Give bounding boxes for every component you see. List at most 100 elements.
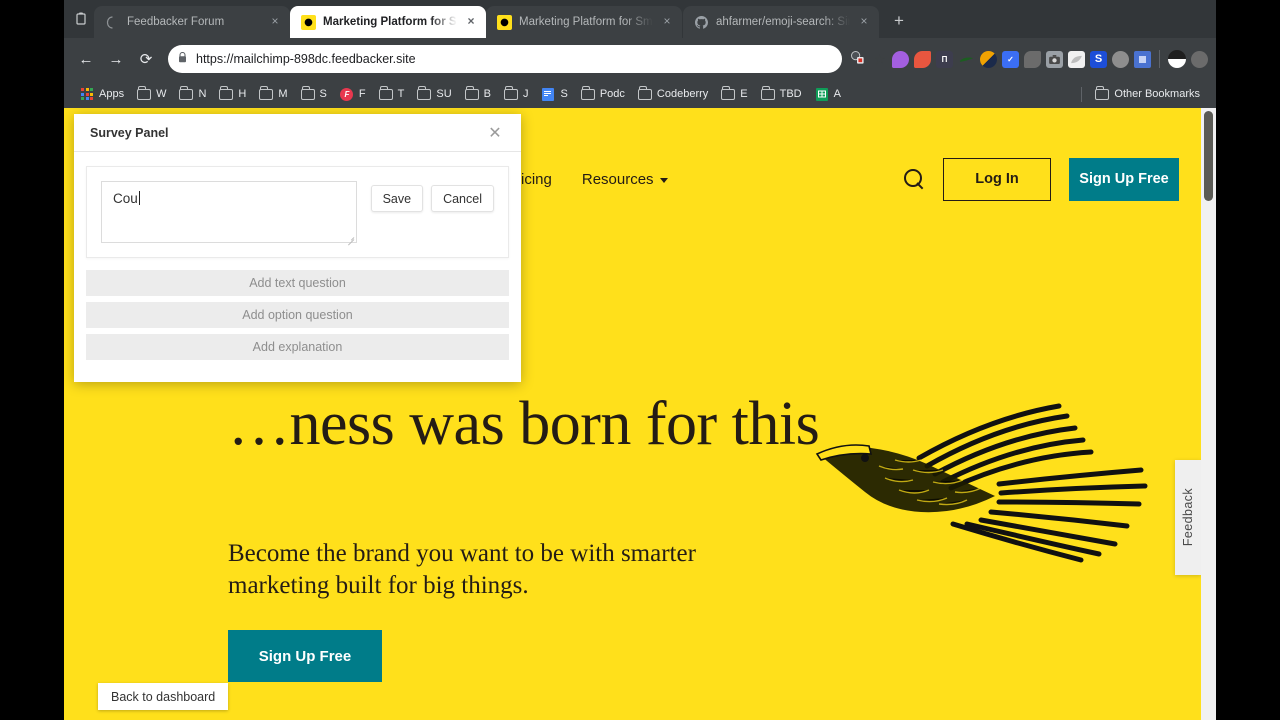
nav-links: Pricing Resources	[506, 171, 668, 188]
bookmark-item[interactable]: Podc	[575, 85, 631, 103]
bookmark-item[interactable]: J	[498, 85, 535, 103]
extension-icon[interactable]: ✓	[1002, 50, 1019, 68]
folder-icon	[179, 86, 194, 100]
bookmark-item[interactable]: S	[295, 85, 333, 103]
address-bar[interactable]: https://mailchimp-898dc.feedbacker.site	[168, 45, 843, 73]
mailchimp-icon: ●	[497, 14, 512, 30]
reload-icon[interactable]: ⟳	[132, 45, 160, 73]
folder-icon	[259, 86, 274, 100]
tab-title: Feedbacker Forum	[127, 16, 225, 28]
tab-title: Marketing Platform for Small B	[519, 16, 653, 28]
screen: Feedbacker Forum × ● Marketing Platform …	[0, 0, 1280, 720]
bookmark-label: T	[397, 88, 405, 100]
question-text-value: Cou	[113, 191, 138, 206]
bookmark-label: E	[740, 88, 748, 100]
resize-handle-icon[interactable]	[346, 233, 354, 241]
save-button[interactable]: Save	[370, 185, 424, 212]
url-text: https://mailchimp-898dc.feedbacker.site	[196, 52, 416, 66]
camera-icon[interactable]	[1046, 50, 1063, 68]
bookmark-item[interactable]: B	[459, 85, 497, 103]
vertical-scrollbar[interactable]	[1201, 108, 1216, 720]
bookmarks-bar: Apps W N H M S FF T SU B J S Podc Codebe…	[64, 80, 1216, 108]
folder-icon	[417, 86, 432, 100]
bookmark-item[interactable]: W	[131, 85, 172, 103]
add-option-question-button[interactable]: Add option question	[86, 302, 509, 328]
nav-link-resources[interactable]: Resources	[582, 171, 668, 188]
survey-panel-body: Cou Save Cancel	[74, 152, 521, 258]
github-icon	[694, 15, 709, 30]
survey-panel-header: Survey Panel ✕	[74, 114, 521, 152]
extension-icon[interactable]	[1112, 50, 1129, 68]
tab-close-icon[interactable]: ×	[464, 15, 478, 29]
other-bookmarks-item[interactable]: Other Bookmarks	[1089, 85, 1206, 103]
bookmark-label: B	[483, 88, 491, 100]
extension-icon[interactable]	[980, 50, 997, 68]
browser-tab-active[interactable]: ● Marketing Platform for Small B ×	[290, 6, 486, 38]
bookmark-item[interactable]: TBD	[755, 85, 808, 103]
bookmark-item[interactable]: M	[253, 85, 293, 103]
bookmark-item[interactable]: H	[213, 85, 252, 103]
bookmark-label: SU	[436, 88, 452, 100]
bookmark-item[interactable]: N	[173, 85, 212, 103]
apps-grid-icon	[80, 88, 94, 100]
bookmark-label: S	[319, 88, 327, 100]
bookmark-item[interactable]: T	[373, 85, 411, 103]
scrollbar-thumb[interactable]	[1204, 111, 1213, 201]
browser-tab[interactable]: ahfarmer/emoji-search: Simple ×	[683, 6, 879, 38]
text-cursor	[138, 191, 140, 205]
add-text-question-button[interactable]: Add text question	[86, 270, 509, 296]
extension-icon[interactable]: Π	[936, 50, 953, 68]
question-text-input[interactable]: Cou	[101, 181, 357, 243]
bookmark-item[interactable]: Codeberry	[632, 85, 714, 103]
bookmark-label: Codeberry	[656, 88, 709, 100]
search-icon[interactable]	[903, 168, 925, 190]
translate-icon[interactable]	[850, 50, 865, 68]
bookmark-item[interactable]: A	[809, 85, 847, 103]
tab-close-icon[interactable]: ×	[268, 15, 282, 29]
new-tab-button[interactable]: +	[885, 7, 913, 35]
browser-toolbar: ← → ⟳ https://mailchimp-898dc.feedbacker…	[64, 38, 1216, 80]
feedback-tab[interactable]: Feedback	[1175, 460, 1201, 575]
extension-icon[interactable]	[914, 50, 931, 68]
login-button[interactable]: Log In	[943, 157, 1051, 201]
avatar[interactable]	[1168, 50, 1186, 68]
bookmark-item[interactable]: S	[535, 85, 573, 103]
forward-icon[interactable]: →	[102, 45, 130, 73]
signup-button-nav[interactable]: Sign Up Free	[1069, 157, 1179, 201]
extension-icon[interactable]: S	[1090, 50, 1107, 68]
folder-icon	[503, 86, 518, 100]
chevron-down-icon	[659, 177, 668, 183]
bird-illustration	[809, 396, 1154, 576]
extensions-row: Π ✓ S	[888, 50, 1208, 68]
bookmark-item[interactable]: E	[715, 85, 753, 103]
extension-icon[interactable]	[1024, 50, 1041, 68]
folder-icon	[580, 86, 595, 100]
nav-actions: Log In Sign Up Free	[903, 157, 1179, 201]
hero-signup-button[interactable]: Sign Up Free	[228, 630, 382, 682]
add-explanation-button[interactable]: Add explanation	[86, 334, 509, 360]
cancel-button[interactable]: Cancel	[431, 185, 494, 212]
bookmark-item[interactable]: SU	[411, 85, 457, 103]
back-icon[interactable]: ←	[72, 45, 100, 73]
tab-close-icon[interactable]: ×	[857, 15, 871, 29]
bookmark-star-icon[interactable]: ☆	[873, 51, 886, 68]
extension-icon[interactable]	[892, 50, 909, 68]
toolbar-divider	[1159, 50, 1160, 68]
apps-shortcut[interactable]: Apps	[74, 85, 130, 103]
site-icon: F	[340, 87, 354, 101]
tab-search-icon[interactable]	[68, 0, 94, 38]
bookmark-item[interactable]: FF	[334, 85, 372, 103]
folder-icon	[137, 86, 152, 100]
extension-icon[interactable]	[958, 51, 975, 68]
browser-tab[interactable]: ● Marketing Platform for Small B ×	[486, 6, 682, 38]
omnibox-actions: ☆	[850, 50, 886, 68]
close-icon[interactable]: ✕	[485, 123, 505, 143]
browser-tab[interactable]: Feedbacker Forum ×	[94, 6, 290, 38]
extension-icon[interactable]	[1068, 50, 1085, 68]
menu-icon[interactable]	[1191, 50, 1208, 68]
question-editor-card: Cou Save Cancel	[86, 166, 509, 258]
tab-close-icon[interactable]: ×	[660, 15, 674, 29]
back-to-dashboard-button[interactable]: Back to dashboard	[98, 683, 229, 710]
hero-subheading: Become the brand you want to be with sma…	[228, 540, 696, 599]
extension-icon[interactable]	[1134, 50, 1151, 68]
